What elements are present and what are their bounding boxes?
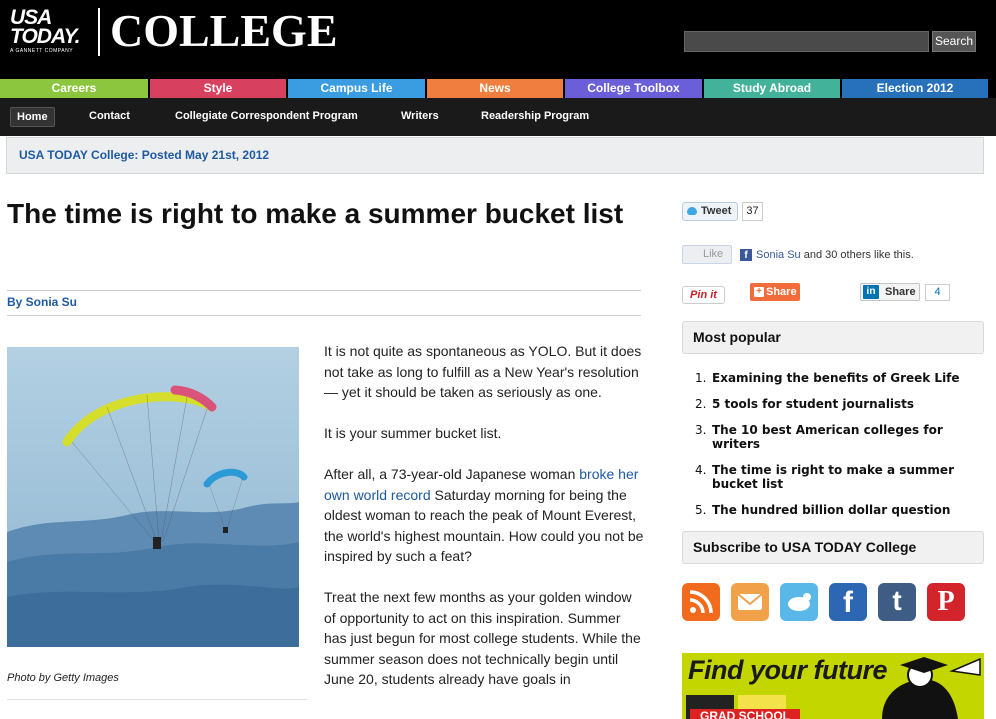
popular-item[interactable]: 1. Examining the benefits of Greek Life	[695, 371, 985, 385]
subnav-home[interactable]: Home	[10, 107, 55, 127]
linkedin-share-label: Share	[885, 286, 916, 298]
subnav-contact[interactable]: Contact	[89, 110, 130, 122]
linkedin-share-button[interactable]: in Share	[860, 283, 920, 301]
email-icon[interactable]	[731, 583, 769, 621]
logo-line-2: TODAY.	[10, 25, 80, 48]
paragraph-3-start: After all, a 73-year-old Japanese woman	[324, 466, 580, 482]
linkedin-icon: in	[863, 285, 879, 299]
tweet-button[interactable]: Tweet	[682, 202, 738, 221]
like-rest-text: and 30 others like this.	[800, 249, 914, 261]
search-input[interactable]	[684, 31, 929, 52]
tumblr-icon[interactable]: t	[878, 583, 916, 621]
facebook-icon[interactable]: f	[829, 583, 867, 621]
breadcrumb-text[interactable]: USA TODAY College: Posted May 21st, 2012	[19, 148, 269, 162]
tweet-count: 37	[742, 202, 763, 221]
popular-item-link[interactable]: Examining the benefits of Greek Life	[712, 371, 960, 385]
subscribe-heading: Subscribe to USA TODAY College	[682, 531, 984, 564]
paragraph-3: After all, a 73-year-old Japanese woman …	[324, 464, 644, 567]
popular-item-link[interactable]: The time is right to make a summer bucke…	[712, 463, 954, 491]
subnav-readership-program[interactable]: Readership Program	[481, 110, 589, 122]
popular-item[interactable]: 4. The time is right to make a summer buc…	[695, 463, 985, 491]
category-election-2012[interactable]: Election 2012	[842, 79, 988, 98]
paragraph-1: It is not quite as spontaneous as YOLO. …	[324, 343, 642, 400]
popular-item[interactable]: 2. 5 tools for student journalists	[695, 397, 985, 411]
subnav-writers[interactable]: Writers	[401, 110, 439, 122]
byline-divider-top	[7, 290, 641, 291]
article-photo	[7, 347, 299, 647]
addthis-share-button[interactable]: + Share	[750, 283, 800, 301]
category-style[interactable]: Style	[150, 79, 286, 98]
most-popular-list: 1. Examining the benefits of Greek Life 2…	[695, 371, 985, 529]
section-title[interactable]: COLLEGE	[110, 4, 338, 57]
graduation-cap-icon	[882, 657, 981, 719]
plus-icon: +	[754, 287, 764, 297]
pinterest-icon[interactable]: P	[927, 583, 965, 621]
twitter-icon[interactable]	[780, 583, 818, 621]
category-college-toolbox[interactable]: College Toolbox	[565, 79, 702, 98]
tweet-label: Tweet	[701, 205, 732, 217]
popular-item-link[interactable]: 5 tools for student journalists	[712, 397, 914, 411]
category-campus-life[interactable]: Campus Life	[288, 79, 425, 98]
logo-divider	[98, 8, 100, 56]
subnav-correspondent-program[interactable]: Collegiate Correspondent Program	[175, 110, 358, 122]
site-header: USA TODAY. A GANNETT COMPANY COLLEGE Sea…	[0, 0, 996, 79]
article-byline[interactable]: By Sonia Su	[7, 295, 77, 309]
popular-item-link[interactable]: The hundred billion dollar question	[712, 503, 950, 517]
rss-icon[interactable]	[682, 583, 720, 621]
popular-item-link[interactable]: The 10 best American colleges for writer…	[712, 423, 943, 451]
category-news[interactable]: News	[427, 79, 563, 98]
gannett-tagline: A GANNETT COMPANY	[10, 48, 74, 54]
caption-divider	[7, 699, 307, 700]
advertisement-banner[interactable]: Find your future GRAD SCHOOL	[682, 653, 984, 719]
paragraph-2: It is your summer bucket list.	[324, 425, 502, 441]
like-summary: Sonia Su and 30 others like this.	[756, 249, 914, 261]
facebook-like-button[interactable]: Like	[682, 245, 732, 264]
breadcrumb: USA TODAY College: Posted May 21st, 2012	[6, 137, 984, 174]
search-button[interactable]: Search	[932, 31, 976, 52]
linkedin-count: 4	[925, 284, 950, 301]
paragraph-4: Treat the next few months as your golden…	[324, 589, 641, 687]
liker-name-link[interactable]: Sonia Su	[756, 249, 801, 261]
ad-headline: Find your future	[688, 655, 887, 685]
twitter-bird-icon	[687, 207, 697, 215]
category-careers[interactable]: Careers	[0, 79, 148, 98]
pinterest-pin-button[interactable]: Pin it	[682, 286, 725, 304]
ad-grad-school-badge: GRAD SCHOOL	[690, 709, 800, 719]
paragliders-image	[7, 347, 299, 647]
photo-caption: Photo by Getty Images	[7, 672, 119, 684]
category-study-abroad[interactable]: Study Abroad	[704, 79, 840, 98]
facebook-small-icon: f	[740, 249, 752, 261]
popular-item[interactable]: 5. The hundred billion dollar question	[695, 503, 985, 517]
sub-nav: Home Contact Collegiate Correspondent Pr…	[0, 98, 996, 136]
byline-divider-bottom	[7, 315, 641, 316]
share-label: Share	[766, 286, 797, 298]
article-body: It is not quite as spontaneous as YOLO. …	[324, 341, 644, 710]
usa-today-logo[interactable]: USA TODAY. A GANNETT COMPANY	[10, 7, 80, 54]
category-nav: Careers Style Campus Life News College T…	[0, 79, 996, 98]
article-title: The time is right to make a summer bucke…	[7, 198, 624, 229]
most-popular-heading: Most popular	[682, 321, 984, 354]
popular-item[interactable]: 3. The 10 best American colleges for writ…	[695, 423, 985, 451]
